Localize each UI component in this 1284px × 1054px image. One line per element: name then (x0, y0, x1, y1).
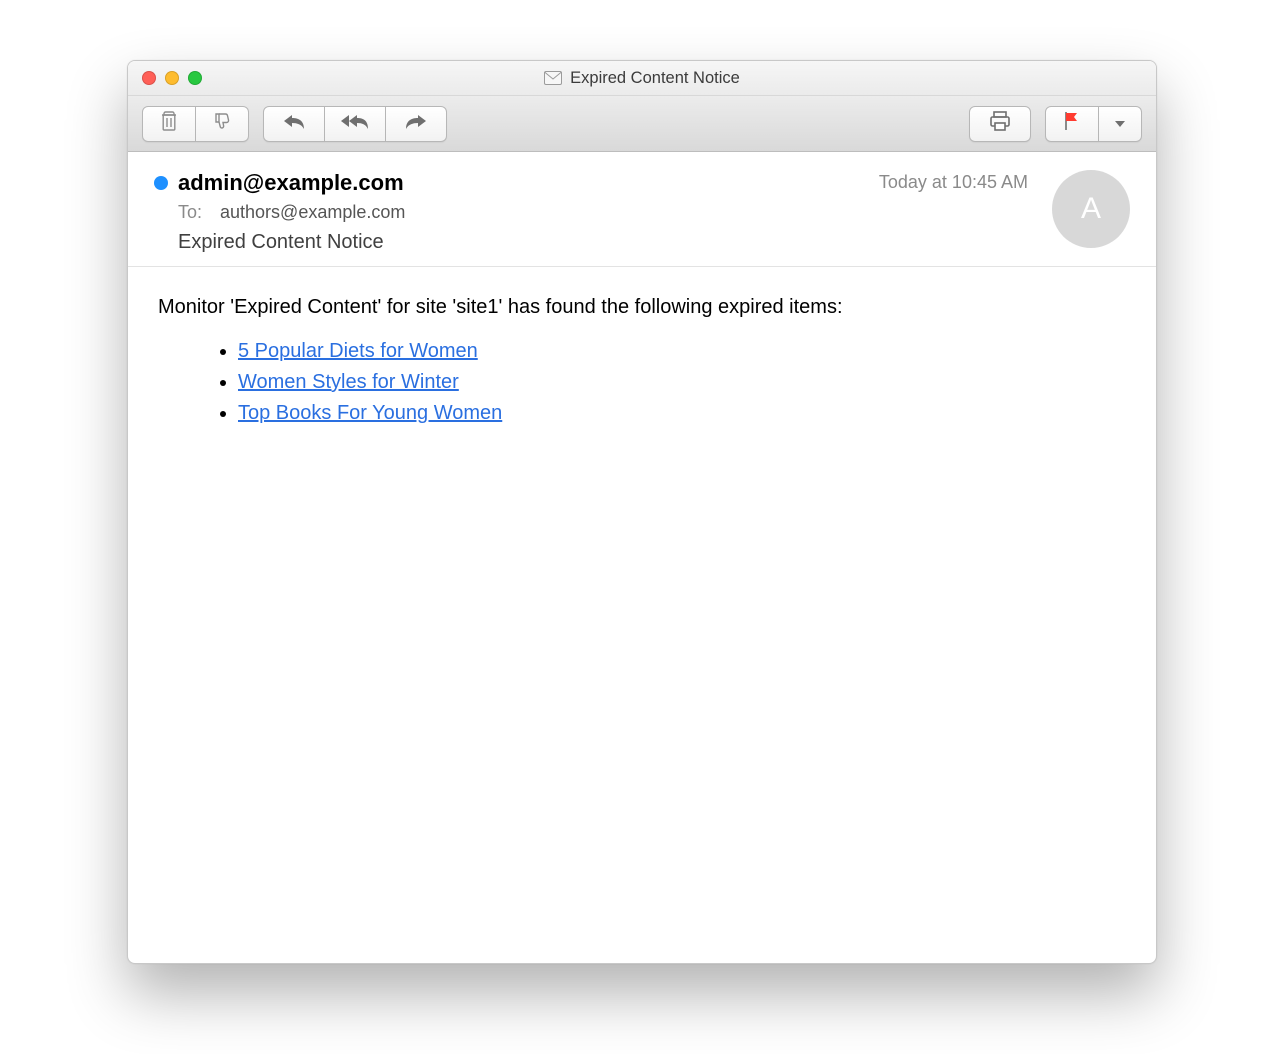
expired-link[interactable]: Top Books For Young Women (238, 402, 502, 424)
reply-all-button[interactable] (325, 106, 386, 142)
forward-icon (404, 112, 428, 135)
expired-link[interactable]: Women Styles for Winter (238, 371, 459, 393)
window-traffic-lights (128, 71, 202, 85)
reply-all-icon (340, 112, 370, 135)
toolbar (128, 96, 1156, 152)
message-body: Monitor 'Expired Content' for site 'site… (128, 267, 1156, 455)
thumbs-down-icon (212, 111, 232, 136)
to-label: To: (178, 202, 202, 223)
expired-items-list: 5 Popular Diets for Women Women Styles f… (158, 336, 1126, 429)
avatar[interactable]: A (1052, 170, 1130, 248)
junk-button[interactable] (196, 106, 249, 142)
chevron-down-icon (1115, 115, 1125, 133)
delete-button[interactable] (142, 106, 196, 142)
window-close-button[interactable] (142, 71, 156, 85)
window-minimize-button[interactable] (165, 71, 179, 85)
expired-link[interactable]: 5 Popular Diets for Women (238, 340, 478, 362)
message-header: admin@example.com To: authors@example.co… (128, 152, 1156, 267)
flag-button[interactable] (1045, 106, 1099, 142)
list-item: 5 Popular Diets for Women (238, 336, 1126, 367)
titlebar: Expired Content Notice (128, 61, 1156, 96)
forward-button[interactable] (386, 106, 447, 142)
mail-window: Expired Content Notice (127, 60, 1157, 964)
body-intro: Monitor 'Expired Content' for site 'site… (158, 293, 1126, 322)
unread-indicator (154, 176, 168, 190)
print-button[interactable] (969, 106, 1031, 142)
timestamp: Today at 10:45 AM (879, 172, 1028, 193)
list-item: Top Books For Young Women (238, 398, 1126, 429)
avatar-initial: A (1081, 192, 1101, 226)
to-address[interactable]: authors@example.com (220, 202, 405, 223)
envelope-icon (544, 71, 562, 85)
reply-icon (282, 112, 306, 135)
flag-icon (1063, 111, 1081, 136)
list-item: Women Styles for Winter (238, 367, 1126, 398)
reply-button[interactable] (263, 106, 325, 142)
from-address[interactable]: admin@example.com (178, 170, 404, 196)
trash-icon (160, 111, 178, 136)
subject: Expired Content Notice (178, 231, 861, 254)
printer-icon (989, 111, 1011, 136)
window-title: Expired Content Notice (570, 69, 740, 88)
flag-menu-button[interactable] (1099, 106, 1142, 142)
window-zoom-button[interactable] (188, 71, 202, 85)
